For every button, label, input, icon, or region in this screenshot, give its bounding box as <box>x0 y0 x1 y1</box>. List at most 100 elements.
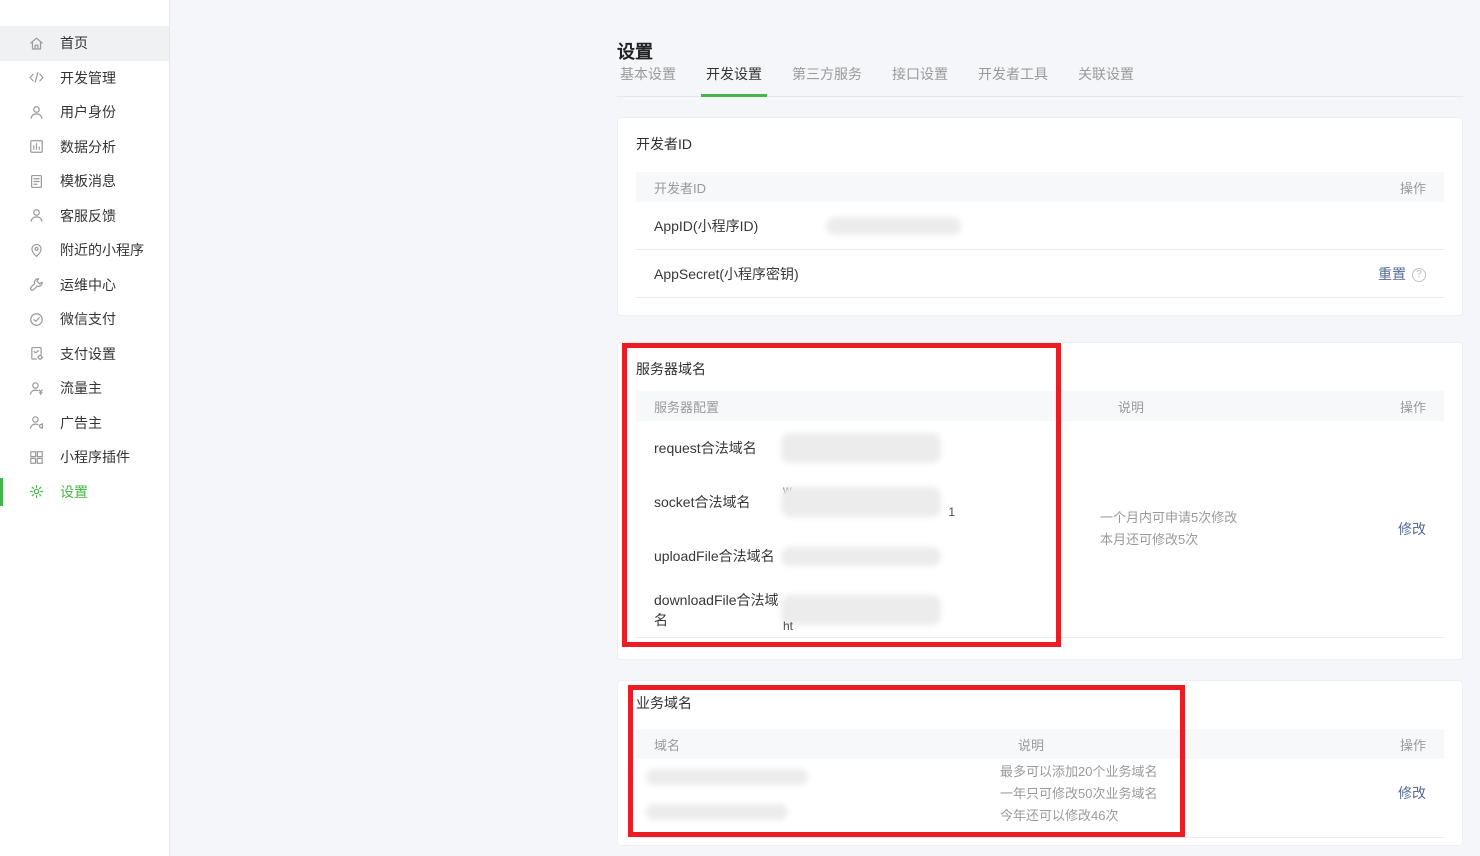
tab-dev-settings[interactable]: 开发设置 <box>701 62 767 97</box>
code-icon <box>28 69 45 86</box>
sidebar-item-settings[interactable]: 设置 <box>0 475 169 510</box>
sidebar-item-data-analysis[interactable]: 数据分析 <box>0 130 169 165</box>
modify-server-domain-link[interactable]: 修改 <box>1398 519 1426 539</box>
col-action: 操作 <box>1399 737 1426 753</box>
business-domain-note: 最多可以添加20个业务域名 一年只可修改50次业务域名 今年还可以修改46次 <box>1000 759 1398 827</box>
pay-check-icon <box>28 311 45 328</box>
sidebar-item-label: 流量主 <box>60 380 102 397</box>
redacted-business-domain-1 <box>646 769 808 785</box>
reset-appsecret-link[interactable]: 重置 <box>1378 266 1406 282</box>
service-user-icon <box>28 207 45 224</box>
business-domain-title: 业务域名 <box>636 695 692 711</box>
sidebar-item-traffic-owner[interactable]: 流量主 <box>0 371 169 406</box>
business-domain-card: 业务域名 域名 说明 操作 最多可以添加20个业务域名 一年只可修改50次业务域… <box>617 680 1463 846</box>
col-note: 说明 <box>1018 737 1045 753</box>
sidebar-item-nearby-mp[interactable]: 附近的小程序 <box>0 233 169 268</box>
sidebar-item-label: 广告主 <box>60 414 102 431</box>
server-note-line-2: 本月还可修改5次 <box>1100 532 1199 547</box>
sidebar-item-mp-plugin[interactable]: 小程序插件 <box>0 440 169 475</box>
col-note: 说明 <box>1118 399 1145 415</box>
business-domain-rows <box>636 759 1000 827</box>
sidebar-item-label: 小程序插件 <box>60 449 130 466</box>
developer-id-card: 开发者ID 开发者ID 操作 AppID(小程序ID) AppSecret(小程… <box>617 117 1463 316</box>
sidebar-item-label: 数据分析 <box>60 138 116 155</box>
sidebar-item-label: 客服反馈 <box>60 207 116 224</box>
sidebar-item-home[interactable]: 首页 <box>0 26 169 61</box>
business-note-line-2: 一年只可修改50次业务域名 <box>1000 786 1158 801</box>
tab-basic-settings[interactable]: 基本设置 <box>617 62 679 96</box>
question-icon[interactable]: ? <box>1412 267 1426 282</box>
sidebar-item-dev-manage[interactable]: 开发管理 <box>0 61 169 96</box>
sidebar-item-template-msg[interactable]: 模板消息 <box>0 164 169 199</box>
col-developer-id: 开发者ID <box>654 180 707 196</box>
sidebar-item-user-identity[interactable]: 用户身份 <box>0 95 169 130</box>
tab-developer-tools[interactable]: 开发者工具 <box>975 62 1051 96</box>
pay-doc-gear-icon <box>28 345 45 362</box>
user-icon <box>28 104 45 121</box>
tab-api-settings[interactable]: 接口设置 <box>889 62 951 96</box>
page-title: 设置 <box>617 42 653 63</box>
sidebar-item-label: 开发管理 <box>60 69 116 86</box>
developer-id-table-header: 开发者ID 操作 <box>636 172 1444 202</box>
sidebar-item-advertiser[interactable]: 广告主 <box>0 406 169 441</box>
sidebar-item-pay-settings[interactable]: 支付设置 <box>0 337 169 372</box>
sidebar-item-label: 支付设置 <box>60 345 116 362</box>
appsecret-label: AppSecret(小程序密钥) <box>654 265 799 282</box>
socket-domain-visible-fragment-end: 1 <box>948 505 955 519</box>
col-action: 操作 <box>1399 399 1426 415</box>
sidebar-item-label: 微信支付 <box>60 311 116 328</box>
server-domain-table-body: request合法域名 socket合法域名 w 1 uploadFile合法域… <box>636 421 1444 638</box>
socket-domain-row: socket合法域名 w 1 <box>654 475 1100 529</box>
business-domain-table-header: 域名 说明 操作 <box>636 729 1444 759</box>
modify-business-domain-link[interactable]: 修改 <box>1398 783 1426 803</box>
col-action: 操作 <box>1399 180 1426 196</box>
downloadfile-domain-row: downloadFile合法域名 ht <box>654 583 1100 637</box>
redacted-uploadfile-domain-value <box>781 546 941 566</box>
sidebar: 首页开发管理用户身份数据分析模板消息客服反馈附近的小程序 运维中心微信支付支付设置… <box>0 0 170 856</box>
sidebar-item-label: 附近的小程序 <box>60 242 144 259</box>
settings-tabs: 基本设置 开发设置 第三方服务 接口设置 开发者工具 关联设置 <box>617 62 1463 97</box>
request-domain-row: request合法域名 <box>654 421 1100 475</box>
template-doc-icon <box>28 173 45 190</box>
appid-row: AppID(小程序ID) <box>636 202 1444 250</box>
sidebar-item-label: 运维中心 <box>60 276 116 293</box>
socket-domain-label: socket合法域名 <box>654 494 751 510</box>
plugin-grid-icon <box>28 449 45 466</box>
tab-third-party-services[interactable]: 第三方服务 <box>789 62 865 96</box>
uploadfile-domain-row: uploadFile合法域名 <box>654 529 1100 583</box>
location-pin-icon <box>28 242 45 259</box>
bar-chart-icon <box>28 138 45 155</box>
user-yen-icon <box>28 380 45 397</box>
sidebar-item-wechat-pay[interactable]: 微信支付 <box>0 302 169 337</box>
redacted-downloadfile-domain-value <box>781 595 941 625</box>
gear-icon <box>28 483 45 500</box>
sidebar-item-label: 用户身份 <box>60 104 116 121</box>
appsecret-row: AppSecret(小程序密钥) 重置? <box>636 250 1444 298</box>
tab-related-settings[interactable]: 关联设置 <box>1075 62 1137 96</box>
redacted-business-domain-2 <box>646 804 788 820</box>
server-domain-rows: request合法域名 socket合法域名 w 1 uploadFile合法域… <box>636 421 1100 637</box>
user-ad-icon <box>28 414 45 431</box>
col-domain: 域名 <box>654 737 681 753</box>
home-icon <box>28 35 45 52</box>
wrench-icon <box>28 276 45 293</box>
appid-label: AppID(小程序ID) <box>654 217 759 234</box>
request-domain-label: request合法域名 <box>654 440 757 456</box>
col-server-config: 服务器配置 <box>654 399 720 415</box>
sidebar-item-ops-center[interactable]: 运维中心 <box>0 268 169 303</box>
redacted-socket-domain-value <box>781 487 941 517</box>
server-domain-table-header: 服务器配置 说明 操作 <box>636 391 1444 421</box>
server-domain-title: 服务器域名 <box>636 361 706 377</box>
business-domain-table-body: 最多可以添加20个业务域名 一年只可修改50次业务域名 今年还可以修改46次 修… <box>636 759 1444 838</box>
sidebar-item-label: 设置 <box>60 483 88 500</box>
server-domain-card: 服务器域名 服务器配置 说明 操作 request合法域名 socket合法域名… <box>617 342 1463 660</box>
server-domain-note: 一个月内可申请5次修改 本月还可修改5次 <box>1100 421 1398 637</box>
server-note-line-1: 一个月内可申请5次修改 <box>1100 510 1238 525</box>
sidebar-item-feedback[interactable]: 客服反馈 <box>0 199 169 234</box>
business-note-line-3: 今年还可以修改46次 <box>1000 808 1119 823</box>
downloadfile-domain-label: downloadFile合法域名 <box>654 592 779 628</box>
redacted-request-domain-value <box>781 433 941 463</box>
sidebar-item-label: 首页 <box>60 35 88 52</box>
downloadfile-domain-visible-fragment: ht <box>783 619 794 633</box>
business-note-line-1: 最多可以添加20个业务域名 <box>1000 764 1158 779</box>
